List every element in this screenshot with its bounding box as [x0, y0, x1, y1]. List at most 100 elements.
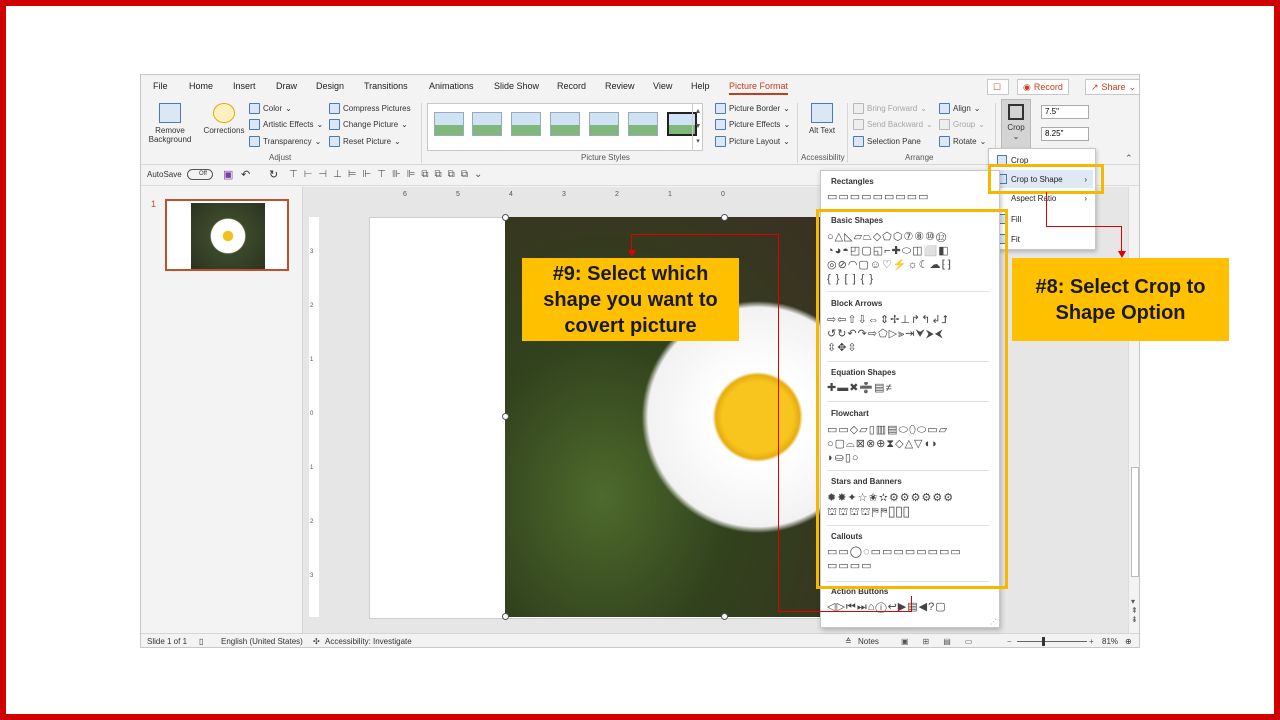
change-picture-button[interactable]: Change Picture ⌄	[329, 119, 408, 130]
corrections-button[interactable]: Corrections	[199, 103, 249, 135]
slide-thumbnails-pane: 1	[141, 187, 303, 635]
tab-slide-show[interactable]: Slide Show	[494, 81, 539, 91]
bring-forward-button[interactable]: Bring Forward ⌄	[853, 103, 927, 114]
tab-insert[interactable]: Insert	[233, 81, 256, 91]
reset-picture-button[interactable]: Reset Picture ⌄	[329, 136, 401, 147]
picture-style-1[interactable]	[434, 112, 464, 136]
color-icon	[249, 103, 260, 114]
width-field[interactable]: 8.25"	[1041, 127, 1089, 141]
zoom-in-icon[interactable]: +	[1089, 637, 1094, 646]
connector-line	[631, 234, 779, 235]
picture-effects-button[interactable]: Picture Effects ⌄	[715, 119, 790, 130]
tab-help[interactable]: Help	[691, 81, 710, 91]
notes-button[interactable]: Notes	[858, 637, 879, 646]
qat-align-icons[interactable]: ⊤⊢⊣⊥⊨⊩⊤⊪⊫⧉⧉⧉⧉⌄	[289, 169, 488, 180]
zoom-level[interactable]: 81%	[1102, 637, 1118, 646]
resize-handle[interactable]	[721, 613, 728, 620]
adjust-group-label: Adjust	[269, 153, 292, 162]
tab-file[interactable]: File	[153, 81, 168, 91]
collapse-ribbon-icon[interactable]: ⌃	[1125, 153, 1133, 164]
resize-grip-icon[interactable]: ⋰	[990, 618, 997, 626]
resize-handle[interactable]	[502, 613, 509, 620]
picture-layout-icon	[715, 136, 726, 147]
scroll-thumb[interactable]	[1131, 467, 1139, 577]
picture-border-button[interactable]: Picture Border ⌄	[715, 103, 790, 114]
spelling-icon[interactable]: ▯	[199, 637, 203, 646]
tab-picture-format[interactable]: Picture Format	[729, 81, 789, 95]
slide-number: 1	[151, 199, 157, 209]
record-icon: ◉	[1023, 81, 1031, 92]
picture-style-6[interactable]	[628, 112, 658, 136]
artistic-effects-icon	[249, 119, 260, 130]
remove-background-button[interactable]: Remove Background	[147, 103, 193, 144]
undo-icon[interactable]: ↶	[241, 168, 250, 181]
send-backward-button[interactable]: Send Backward ⌄	[853, 119, 933, 130]
rectangles-heading: Rectangles	[831, 177, 874, 186]
comments-button[interactable]: ☐	[987, 79, 1009, 95]
connector-line	[631, 234, 632, 250]
picture-style-2[interactable]	[472, 112, 502, 136]
chevron-down-icon: ⌄	[1128, 81, 1137, 92]
tab-review[interactable]: Review	[605, 81, 635, 91]
notes-icon: ≙	[845, 637, 852, 646]
crop-button[interactable]: Crop ⌄	[1001, 99, 1031, 149]
change-picture-icon	[329, 119, 340, 130]
redo-icon[interactable]: ↻	[269, 168, 278, 181]
tab-animations[interactable]: Animations	[429, 81, 474, 91]
tab-record[interactable]: Record	[557, 81, 586, 91]
resize-handle[interactable]	[502, 413, 509, 420]
selection-pane-button[interactable]: Selection Pane	[853, 136, 921, 147]
fit-slide-icon[interactable]: ⊕	[1125, 637, 1132, 646]
zoom-slider[interactable]	[1017, 641, 1087, 642]
resize-handle[interactable]	[502, 214, 509, 221]
picture-style-4[interactable]	[550, 112, 580, 136]
rectangles-shapes[interactable]: ▭▭▭▭▭▭▭▭▭	[827, 191, 995, 204]
record-button[interactable]: ◉ Record	[1017, 79, 1069, 95]
step-9-callout: #9: Select which shape you want to cover…	[522, 258, 739, 341]
slide-editor: 6 5 4 3 2 1 0 3 2 1 0 1 2 3 ▾ ⇞ ⇟	[303, 187, 1139, 635]
resize-handle[interactable]	[721, 214, 728, 221]
arrow-head	[628, 250, 636, 257]
share-button[interactable]: ↗ Share ⌄	[1085, 79, 1139, 95]
scroll-arrows[interactable]: ▾ ⇞ ⇟	[1131, 597, 1138, 624]
alt-text-button[interactable]: Alt Text	[805, 103, 839, 135]
picture-style-3[interactable]	[511, 112, 541, 136]
artistic-effects-button[interactable]: Artistic Effects ⌄	[249, 119, 323, 130]
menu-item-fit[interactable]: Fit	[993, 230, 1093, 248]
picture-styles-gallery: ▲ ▼ ▾	[427, 103, 703, 151]
alt-text-icon	[811, 103, 833, 123]
picture-layout-button[interactable]: Picture Layout ⌄	[715, 136, 790, 147]
save-icon[interactable]: ▣	[223, 168, 233, 181]
vertical-scrollbar[interactable]: ▾ ⇞ ⇟	[1128, 187, 1139, 635]
bring-forward-icon	[853, 103, 864, 114]
accessibility-icon: ✣	[313, 637, 320, 646]
tab-design[interactable]: Design	[316, 81, 344, 91]
accessibility-status[interactable]: Accessibility: Investigate	[325, 637, 412, 646]
connector-line	[1046, 226, 1122, 227]
tab-draw[interactable]: Draw	[276, 81, 297, 91]
gallery-scroll[interactable]: ▲ ▼ ▾	[692, 104, 703, 150]
tab-home[interactable]: Home	[189, 81, 213, 91]
accessibility-group-label: Accessibility	[801, 153, 845, 162]
compress-icon	[329, 103, 340, 114]
send-backward-icon	[853, 119, 864, 130]
daisy-thumbnail-image	[191, 203, 265, 269]
tab-view[interactable]: View	[653, 81, 672, 91]
zoom-slider-thumb[interactable]	[1042, 637, 1045, 646]
language-status[interactable]: English (United States)	[221, 637, 303, 646]
slide-thumbnail[interactable]	[165, 199, 289, 271]
picture-style-5[interactable]	[589, 112, 619, 136]
height-field[interactable]: 7.5"	[1041, 105, 1089, 119]
color-button[interactable]: Color ⌄	[249, 103, 292, 114]
view-buttons[interactable]: ▣⊞▤▭	[901, 637, 986, 646]
transparency-button[interactable]: Transparency ⌄	[249, 136, 321, 147]
compress-pictures-button[interactable]: Compress Pictures	[329, 103, 411, 114]
autosave-toggle[interactable]: Off	[187, 169, 213, 180]
autosave-label: AutoSave	[147, 170, 182, 179]
rotate-button[interactable]: Rotate ⌄	[939, 136, 986, 147]
vertical-ruler: 3 2 1 0 1 2 3	[309, 217, 319, 617]
align-button[interactable]: Align ⌄	[939, 103, 981, 114]
group-button[interactable]: Group ⌄	[939, 119, 985, 130]
zoom-out-icon[interactable]: −	[1007, 637, 1012, 646]
tab-transitions[interactable]: Transitions	[364, 81, 408, 91]
